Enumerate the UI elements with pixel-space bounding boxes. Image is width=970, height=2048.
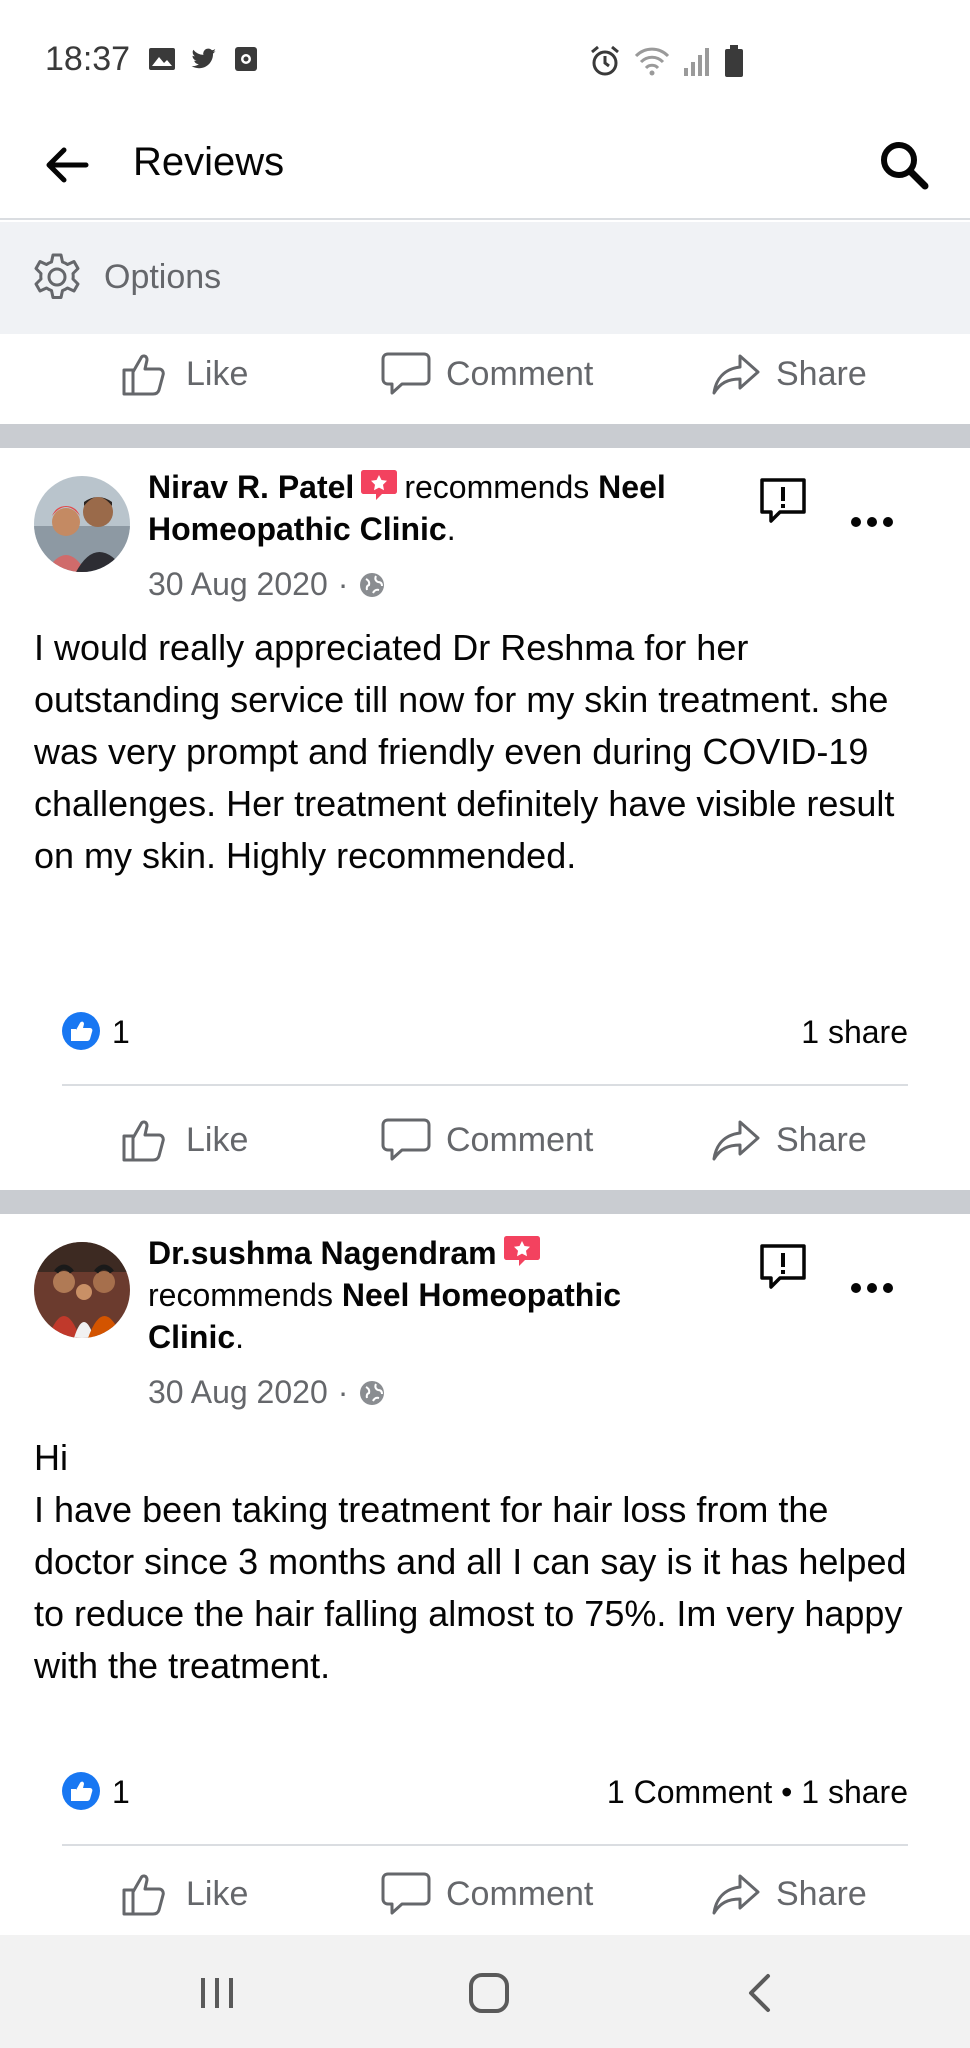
options-label: Options [104,258,222,296]
app-header: Reviews [0,110,970,220]
share-button[interactable]: Share [710,334,867,414]
post-separator [0,424,970,448]
comment-button[interactable]: Comment [380,1854,593,1934]
like-button[interactable]: Like [120,1854,248,1934]
like-count[interactable]: 1 [112,1774,130,1811]
comment-icon [381,1118,431,1161]
comment-button[interactable]: Comment [380,334,593,414]
comment-share-count[interactable]: 1 Comment • 1 share [607,1774,908,1811]
recommends-verb: recommends [404,469,590,505]
like-reaction-icon[interactable] [62,1772,100,1810]
post-separator [0,1190,970,1214]
action-row: Like Comment Share [0,1100,970,1180]
stats-divider [62,1844,908,1846]
comment-label: Comment [446,1120,594,1159]
status-bar: 18:37 [0,0,970,110]
battery-icon [725,45,743,77]
more-options-icon[interactable] [850,512,894,532]
recent-apps-icon[interactable] [192,1968,242,2018]
search-icon[interactable] [876,137,932,193]
post-date-line: 30 Aug 2020 · [148,566,386,603]
date-separator: · [337,566,349,602]
review-card: Dr.sushma Nagendram recommends Neel Homeo… [0,1214,970,1935]
share-label: Share [776,1874,867,1913]
system-nav-bar [0,1935,970,2048]
like-label: Like [186,1874,249,1913]
reaction-stats: 1 1 share [62,1006,908,1056]
share-button[interactable]: Share [710,1100,867,1180]
post-date[interactable]: 30 Aug 2020 [148,566,328,603]
avatar[interactable] [34,1242,130,1338]
like-reaction-icon[interactable] [62,1012,100,1050]
thumbs-up-icon [122,1120,165,1162]
report-icon[interactable] [758,476,808,526]
review-headline: Nirav R. Patel recommends Neel Homeopathi… [148,466,708,550]
like-count[interactable]: 1 [112,1014,130,1051]
signal-icon [684,48,709,76]
wifi-icon [634,47,670,76]
comment-button[interactable]: Comment [380,1100,593,1180]
recommends-verb: recommends [148,1277,333,1313]
share-label: Share [776,1120,867,1159]
review-text: Hi I have been taking treatment for hair… [34,1437,907,1686]
status-right-icons [588,44,744,78]
comment-icon [381,352,431,395]
review-card: Nirav R. Patel recommends Neel Homeopathi… [0,448,970,1188]
review-text: I would really appreciated Dr Reshma for… [34,627,895,876]
report-icon[interactable] [758,1242,808,1292]
more-options-icon[interactable] [850,1278,894,1298]
share-count[interactable]: 1 share [801,1014,908,1051]
like-label: Like [186,354,249,393]
status-left-icons [148,45,260,73]
globe-icon [360,572,385,597]
alarm-icon [591,45,619,76]
share-icon [712,1120,760,1161]
thumbs-up-icon [122,354,165,396]
share-label: Share [776,354,867,393]
back-arrow-icon[interactable] [42,140,92,190]
review-headline: Dr.sushma Nagendram recommends Neel Homeo… [148,1232,688,1358]
home-icon[interactable] [464,1968,514,2018]
like-label: Like [186,1120,249,1159]
globe-icon [360,1380,385,1405]
action-row: Like Comment Share [0,1854,970,1934]
gear-icon [34,253,80,299]
comment-label: Comment [446,1874,594,1913]
author-name[interactable]: Nirav R. Patel [148,469,354,505]
date-separator: · [337,1374,349,1410]
author-name[interactable]: Dr.sushma Nagendram [148,1235,497,1271]
status-time: 18:37 [45,40,131,78]
action-row: Like Comment Share [0,334,970,414]
like-button[interactable]: Like [120,334,248,414]
stats-divider [62,1084,908,1086]
comment-label: Comment [446,354,594,393]
share-icon [712,354,760,395]
screen-record-icon [235,47,257,71]
back-icon[interactable] [736,1968,786,2018]
comment-icon [381,1872,431,1915]
share-button[interactable]: Share [710,1854,867,1934]
recommend-badge-icon [361,470,398,500]
headline-period: . [235,1319,245,1355]
thumbs-up-icon [122,1874,165,1916]
like-button[interactable]: Like [120,1100,248,1180]
post-date[interactable]: 30 Aug 2020 [148,1374,328,1411]
headline-period: . [446,511,456,547]
page-title: Reviews [133,140,285,184]
reaction-stats: 1 1 Comment • 1 share [62,1766,908,1816]
gallery-icon [149,48,175,70]
avatar[interactable] [34,476,130,572]
post-date-line: 30 Aug 2020 · [148,1374,386,1411]
options-button[interactable]: Options [0,222,970,334]
share-icon [712,1874,760,1915]
recommend-badge-icon [503,1236,540,1266]
twitter-icon [191,48,216,69]
